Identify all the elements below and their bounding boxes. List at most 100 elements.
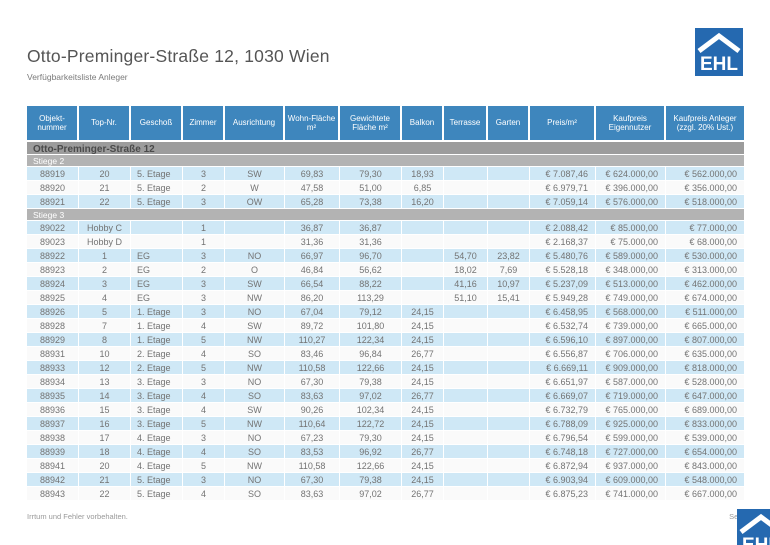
table-cell: NW <box>225 291 285 304</box>
table-cell: € 6.875,23 <box>530 487 596 500</box>
table-cell: € 667.000,00 <box>666 487 744 500</box>
table-cell: 24,15 <box>402 473 444 486</box>
table-cell: 88936 <box>27 403 79 416</box>
svg-text:EHL: EHL <box>742 535 770 545</box>
table-cell <box>402 277 444 290</box>
table-cell: € 925.000,00 <box>596 417 666 430</box>
table-cell: 12 <box>79 361 131 374</box>
table-cell: 3 <box>183 277 225 290</box>
table-cell: 110,64 <box>285 417 340 430</box>
table-cell: 110,58 <box>285 459 340 472</box>
table-cell: 83,53 <box>285 445 340 458</box>
table-cell: € 706.000,00 <box>596 347 666 360</box>
table-cell: 46,84 <box>285 263 340 276</box>
table-cell <box>225 221 285 234</box>
building-section-header: Otto-Preminger-Straße 12 <box>27 140 744 155</box>
ehl-house-icon: EHL <box>695 28 743 76</box>
table-cell: 110,27 <box>285 333 340 346</box>
column-header: Gewichtete Fläche m² <box>340 106 402 140</box>
table-cell <box>488 361 530 374</box>
table-cell: 88938 <box>27 431 79 444</box>
table-cell: EG <box>131 249 183 262</box>
table-cell: 97,02 <box>340 487 402 500</box>
table-cell: 5 <box>183 459 225 472</box>
table-cell: 24,15 <box>402 375 444 388</box>
table-cell: 3. Etage <box>131 375 183 388</box>
table-cell: € 6.788,09 <box>530 417 596 430</box>
table-cell: 3 <box>183 473 225 486</box>
table-cell: 10 <box>79 347 131 360</box>
table-cell: € 719.000,00 <box>596 389 666 402</box>
table-row: 88941204. Etage5NW110,58122,6624,15€ 6.8… <box>27 459 744 473</box>
table-cell: 1. Etage <box>131 305 183 318</box>
table-cell <box>444 333 488 346</box>
table-cell: 88943 <box>27 487 79 500</box>
table-cell: 16 <box>79 417 131 430</box>
column-header: Terrasse <box>444 106 488 140</box>
footer-disclaimer: Irrtum und Fehler vorbehalten. <box>27 512 128 521</box>
table-cell <box>444 361 488 374</box>
column-header: Objekt-nummer <box>27 106 79 140</box>
table-cell: 8 <box>79 333 131 346</box>
table-cell <box>488 195 530 208</box>
table-cell: Hobby C <box>79 221 131 234</box>
table-cell: SW <box>225 319 285 332</box>
table-cell: SW <box>225 277 285 290</box>
table-cell: 4 <box>183 389 225 402</box>
table-cell <box>225 235 285 248</box>
table-cell: 5 <box>183 361 225 374</box>
table-cell: € 599.000,00 <box>596 431 666 444</box>
table-cell: 3 <box>79 277 131 290</box>
table-cell: 96,84 <box>340 347 402 360</box>
table-row: 8892651. Etage3NO67,0479,1224,15€ 6.458,… <box>27 305 744 319</box>
table-cell: 4 <box>79 291 131 304</box>
table-cell <box>444 305 488 318</box>
table-row: 889221EG3NO66,9796,7054,7023,82€ 5.480,7… <box>27 249 744 263</box>
table-cell: NO <box>225 473 285 486</box>
table-cell: 88926 <box>27 305 79 318</box>
table-cell: SO <box>225 487 285 500</box>
column-header: Ausrichtung <box>225 106 285 140</box>
table-cell: € 807.000,00 <box>666 333 744 346</box>
table-cell: Hobby D <box>79 235 131 248</box>
table-cell: € 5.237,09 <box>530 277 596 290</box>
table-cell: NW <box>225 417 285 430</box>
table-cell: 122,72 <box>340 417 402 430</box>
table-cell: 24,15 <box>402 459 444 472</box>
ehl-house-icon: EHL <box>737 509 770 545</box>
table-cell: OW <box>225 195 285 208</box>
table-cell: € 6.532,74 <box>530 319 596 332</box>
table-cell: 2 <box>79 263 131 276</box>
table-cell: € 765.000,00 <box>596 403 666 416</box>
table-cell: € 5.949,28 <box>530 291 596 304</box>
table-cell: € 727.000,00 <box>596 445 666 458</box>
table-cell: € 562.000,00 <box>666 167 744 180</box>
table-cell: 83,63 <box>285 389 340 402</box>
table-cell: EG <box>131 277 183 290</box>
table-cell <box>488 431 530 444</box>
table-cell: € 6.979,71 <box>530 181 596 194</box>
table-cell: 2. Etage <box>131 347 183 360</box>
table-cell <box>402 249 444 262</box>
table-cell: 5. Etage <box>131 181 183 194</box>
table-cell: 88919 <box>27 167 79 180</box>
table-cell: 88923 <box>27 263 79 276</box>
table-cell: € 6.556,87 <box>530 347 596 360</box>
column-header: Top-Nr. <box>79 106 131 140</box>
table-cell: € 689.000,00 <box>666 403 744 416</box>
table-cell: € 396.000,00 <box>596 181 666 194</box>
table-row: 88931102. Etage4SO83,4696,8426,77€ 6.556… <box>27 347 744 361</box>
table-cell: 36,87 <box>340 221 402 234</box>
table-row: 88934133. Etage3NO67,3079,3824,15€ 6.651… <box>27 375 744 389</box>
table-cell: € 5.528,18 <box>530 263 596 276</box>
table-cell: 18,93 <box>402 167 444 180</box>
table-cell: 26,77 <box>402 487 444 500</box>
table-cell: NW <box>225 333 285 346</box>
table-cell: 3. Etage <box>131 389 183 402</box>
table-cell: 15 <box>79 403 131 416</box>
table-cell: 21 <box>79 181 131 194</box>
table-cell: 79,30 <box>340 431 402 444</box>
table-cell: 88925 <box>27 291 79 304</box>
table-cell: 122,34 <box>340 333 402 346</box>
table-cell: 66,97 <box>285 249 340 262</box>
